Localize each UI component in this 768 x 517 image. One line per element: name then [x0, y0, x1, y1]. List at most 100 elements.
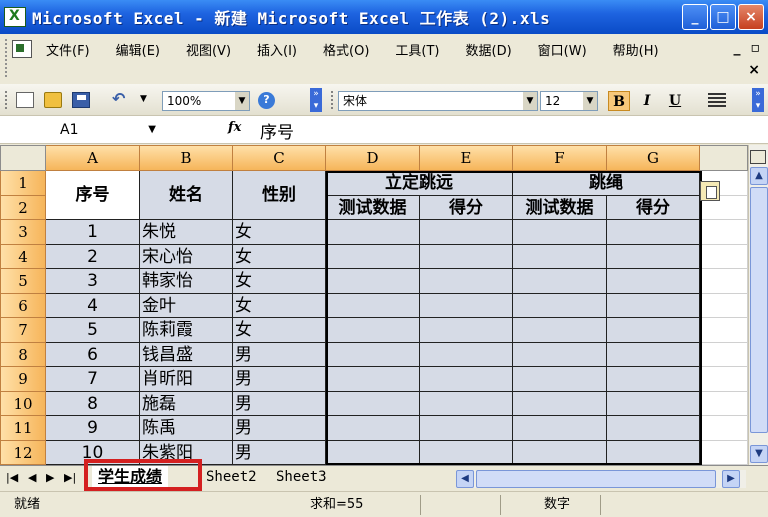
- column-header[interactable]: F: [513, 145, 607, 171]
- first-sheet-icon[interactable]: |◀: [6, 471, 18, 484]
- column-header[interactable]: B: [140, 145, 233, 171]
- cell-seq[interactable]: 3: [46, 269, 140, 294]
- cell-empty[interactable]: [420, 269, 513, 294]
- paste-options-icon[interactable]: [700, 181, 720, 201]
- menu-help[interactable]: 帮助(H): [613, 40, 669, 59]
- cell-seq[interactable]: 6: [46, 342, 140, 367]
- header-cell-rope[interactable]: 跳绳: [513, 171, 700, 196]
- menu-view[interactable]: 视图(V): [186, 40, 241, 59]
- header-cell-name[interactable]: 姓名: [140, 171, 233, 220]
- sheet-tab-students[interactable]: 学生成绩: [92, 466, 169, 488]
- cell-name[interactable]: 肖昕阳: [140, 367, 233, 392]
- cell-seq[interactable]: 5: [46, 318, 140, 343]
- cell-empty[interactable]: [420, 391, 513, 416]
- save-icon[interactable]: [72, 92, 90, 108]
- cell-empty[interactable]: [700, 367, 748, 392]
- cell-gender[interactable]: 女: [233, 293, 326, 318]
- cell-empty[interactable]: [326, 391, 420, 416]
- column-header[interactable]: E: [420, 145, 513, 171]
- cell-gender[interactable]: 男: [233, 440, 326, 465]
- sheet-tab-sheet2[interactable]: Sheet2: [200, 466, 263, 488]
- cell-name[interactable]: 施磊: [140, 391, 233, 416]
- cell-gender[interactable]: 男: [233, 416, 326, 441]
- cell-name[interactable]: 陈莉霞: [140, 318, 233, 343]
- row-header[interactable]: 10: [0, 391, 46, 416]
- row-header[interactable]: 4: [0, 244, 46, 269]
- cell-empty[interactable]: [326, 416, 420, 441]
- undo-icon[interactable]: ↶: [112, 89, 130, 108]
- sheet-tab-sheet3[interactable]: Sheet3: [270, 466, 333, 488]
- header-cell-seq[interactable]: 序号: [46, 171, 140, 220]
- row-header[interactable]: 1: [0, 171, 46, 196]
- cell-seq[interactable]: 2: [46, 244, 140, 269]
- cell-empty[interactable]: [326, 220, 420, 245]
- cell-empty[interactable]: [326, 269, 420, 294]
- cell-empty[interactable]: [326, 293, 420, 318]
- row-header[interactable]: 7: [0, 318, 46, 343]
- cell-empty[interactable]: [420, 367, 513, 392]
- row-header[interactable]: 8: [0, 342, 46, 367]
- menu-edit[interactable]: 编辑(E): [116, 40, 170, 59]
- next-sheet-icon[interactable]: ▶: [46, 471, 54, 484]
- cell-seq[interactable]: 10: [46, 440, 140, 465]
- cell-empty[interactable]: [420, 440, 513, 465]
- row-header[interactable]: 9: [0, 367, 46, 392]
- header-cell-score[interactable]: 得分: [607, 195, 700, 220]
- cell-empty[interactable]: [513, 293, 607, 318]
- cell-empty[interactable]: [700, 318, 748, 343]
- maximize-button[interactable]: □: [710, 4, 736, 30]
- toolbar-options-icon[interactable]: » ▾: [310, 88, 322, 112]
- cell-empty[interactable]: [607, 416, 700, 441]
- horizontal-scrollbar[interactable]: ◀ ▶: [456, 470, 746, 488]
- cell-seq[interactable]: 8: [46, 391, 140, 416]
- cell-empty[interactable]: [513, 391, 607, 416]
- row-header[interactable]: 3: [0, 220, 46, 245]
- cell-name[interactable]: 金叶: [140, 293, 233, 318]
- menu-window[interactable]: 窗口(W): [538, 40, 597, 59]
- doc-close-button[interactable]: ×: [748, 62, 760, 78]
- header-cell-gender[interactable]: 性别: [233, 171, 326, 220]
- horizontal-scroll-thumb[interactable]: [476, 470, 716, 488]
- cell-empty[interactable]: [607, 440, 700, 465]
- cell-empty[interactable]: [700, 293, 748, 318]
- scroll-down-icon[interactable]: ▼: [750, 445, 768, 463]
- format-toolbar-grip[interactable]: [330, 90, 334, 110]
- fx-icon[interactable]: fx: [228, 120, 241, 135]
- menu-tools[interactable]: 工具(T): [395, 40, 449, 59]
- cell-empty[interactable]: [513, 440, 607, 465]
- row-header[interactable]: 2: [0, 195, 46, 220]
- cell-name[interactable]: 朱悦: [140, 220, 233, 245]
- cell-empty[interactable]: [326, 318, 420, 343]
- cell-empty[interactable]: [700, 416, 748, 441]
- header-cell-test-data[interactable]: 测试数据: [513, 195, 607, 220]
- cell-name[interactable]: 陈禹: [140, 416, 233, 441]
- menu-format[interactable]: 格式(O): [323, 40, 379, 59]
- cell-name[interactable]: 宋心怡: [140, 244, 233, 269]
- select-all-corner[interactable]: [0, 145, 46, 171]
- excel-app-icon[interactable]: [4, 7, 26, 27]
- cell-empty[interactable]: [513, 269, 607, 294]
- underline-button[interactable]: U: [664, 91, 686, 111]
- cell-empty[interactable]: [420, 293, 513, 318]
- menu-data[interactable]: 数据(D): [466, 40, 522, 59]
- toolbar-grip[interactable]: [4, 90, 8, 110]
- cell-empty[interactable]: [607, 220, 700, 245]
- cell-empty[interactable]: [607, 391, 700, 416]
- cell-seq[interactable]: 4: [46, 293, 140, 318]
- cell-gender[interactable]: 男: [233, 342, 326, 367]
- cell-empty[interactable]: [607, 293, 700, 318]
- column-header[interactable]: G: [607, 145, 700, 171]
- scroll-up-icon[interactable]: ▲: [750, 167, 768, 185]
- formula-input[interactable]: 序号: [260, 118, 294, 143]
- cell-name[interactable]: 朱紫阳: [140, 440, 233, 465]
- cell-gender[interactable]: 女: [233, 269, 326, 294]
- column-header[interactable]: D: [326, 145, 420, 171]
- cell-empty[interactable]: [513, 367, 607, 392]
- cell-gender[interactable]: 女: [233, 244, 326, 269]
- column-header[interactable]: C: [233, 145, 326, 171]
- row-header[interactable]: 12: [0, 440, 46, 465]
- cell-empty[interactable]: [326, 367, 420, 392]
- row-header[interactable]: 11: [0, 416, 46, 441]
- cell-empty[interactable]: [420, 318, 513, 343]
- minimize-button[interactable]: _: [682, 4, 708, 30]
